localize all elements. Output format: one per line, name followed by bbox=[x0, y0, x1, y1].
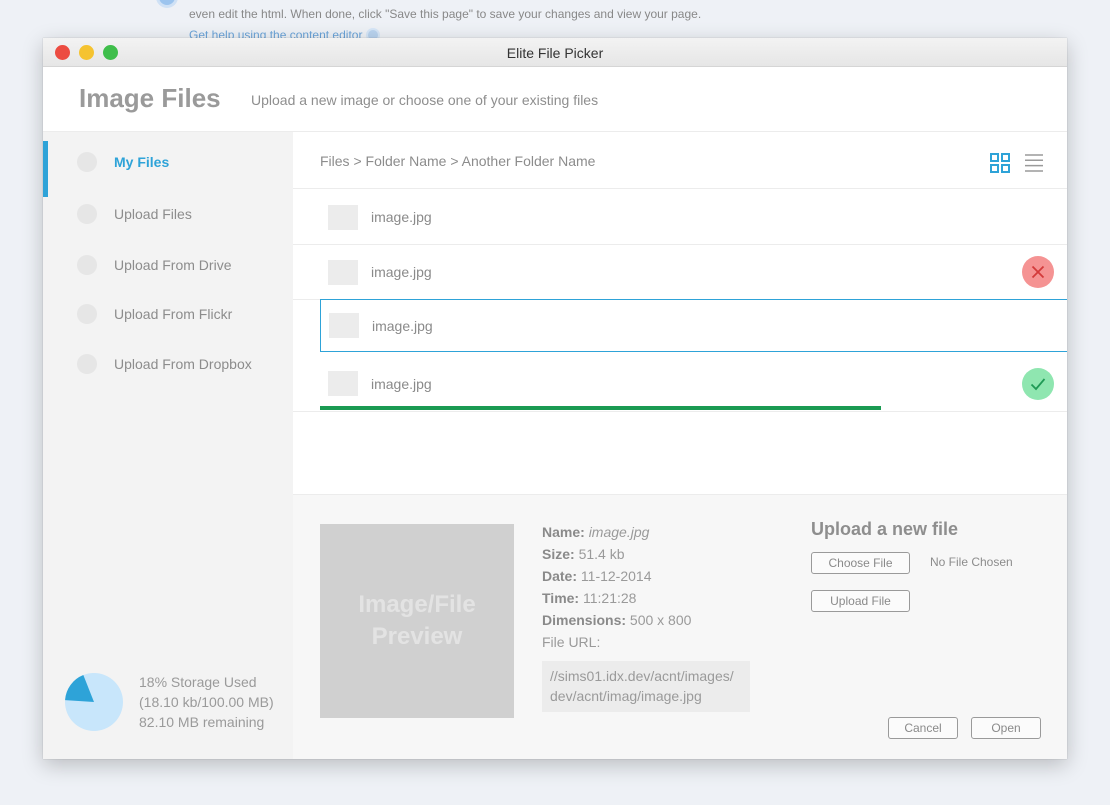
file-url-line1: //sims01.idx.dev/acnt/images/ bbox=[550, 668, 734, 684]
sidebar-item-upload-from-flickr[interactable]: Upload From Flickr bbox=[43, 293, 293, 335]
list-view-icon[interactable] bbox=[1024, 153, 1044, 173]
file-row[interactable]: image.jpg bbox=[293, 356, 1067, 412]
file-url-field[interactable]: //sims01.idx.dev/acnt/images/ dev/acnt/i… bbox=[542, 661, 750, 712]
background-instructions: even edit the html. When done, click "Sa… bbox=[189, 7, 702, 21]
file-row[interactable]: image.jpg bbox=[293, 244, 1067, 300]
open-button[interactable]: Open bbox=[971, 717, 1041, 739]
file-name: image.jpg bbox=[372, 318, 433, 334]
file-metadata: Name: image.jpg Size: 51.4 kb Date: 11-1… bbox=[542, 521, 691, 653]
meta-name: Name: image.jpg bbox=[542, 524, 650, 540]
meta-date: Date: 11-12-2014 bbox=[542, 568, 652, 584]
sidebar-item-label: My Files bbox=[114, 154, 170, 170]
sidebar-item-upload-files[interactable]: Upload Files bbox=[43, 193, 293, 235]
meta-url-label: File URL: bbox=[542, 634, 601, 650]
page-title: Image Files bbox=[79, 83, 221, 113]
storage-summary: 18% Storage Used (18.10 kb/100.00 MB) 82… bbox=[64, 672, 274, 732]
meta-dimensions: Dimensions: 500 x 800 bbox=[542, 612, 692, 628]
storage-used-percent: 18% Storage Used bbox=[139, 674, 257, 690]
sidebar: My Files Upload Files Upload From Drive … bbox=[43, 132, 293, 759]
preview-label-line2: Preview bbox=[371, 623, 463, 650]
file-row-selected[interactable]: image.jpg bbox=[320, 299, 1067, 352]
file-thumbnail bbox=[328, 371, 358, 396]
choose-file-button[interactable]: Choose File bbox=[811, 552, 910, 574]
upload-complete-icon[interactable] bbox=[1022, 368, 1054, 400]
preview-label-line1: Image/File bbox=[358, 591, 476, 618]
upload-progress-bar bbox=[320, 406, 881, 410]
file-row[interactable]: image.jpg bbox=[293, 189, 1067, 245]
cancel-button[interactable]: Cancel bbox=[888, 717, 958, 739]
file-thumbnail bbox=[328, 260, 358, 285]
upload-section-title: Upload a new file bbox=[811, 519, 959, 539]
breadcrumb-bar: Files > Folder Name > Another Folder Nam… bbox=[293, 132, 1067, 189]
sidebar-item-upload-from-dropbox[interactable]: Upload From Dropbox bbox=[43, 343, 293, 385]
file-thumbnail bbox=[328, 205, 358, 230]
sidebar-item-icon bbox=[77, 204, 97, 224]
meta-size: Size: 51.4 kb bbox=[542, 546, 625, 562]
storage-remaining: 82.10 MB remaining bbox=[139, 714, 265, 730]
file-thumbnail bbox=[329, 313, 359, 338]
meta-time: Time: 11:21:28 bbox=[542, 590, 637, 606]
sidebar-item-label: Upload From Dropbox bbox=[114, 356, 252, 372]
storage-text: 18% Storage Used (18.10 kb/100.00 MB) 82… bbox=[139, 672, 274, 732]
picker-header: Image Files Upload a new image or choose… bbox=[43, 67, 1067, 132]
file-picker-window: Elite File Picker Image Files Upload a n… bbox=[43, 38, 1067, 759]
no-file-chosen-label: No File Chosen bbox=[930, 555, 1013, 569]
grid-view-icon[interactable] bbox=[990, 153, 1010, 173]
sidebar-item-my-files[interactable]: My Files bbox=[43, 141, 293, 197]
file-name: image.jpg bbox=[371, 209, 432, 225]
sidebar-item-label: Upload From Drive bbox=[114, 257, 232, 273]
file-details-panel: Image/File Preview Name: image.jpg Size:… bbox=[293, 494, 1067, 759]
file-browser: Files > Folder Name > Another Folder Nam… bbox=[293, 132, 1067, 759]
sidebar-item-label: Upload From Flickr bbox=[114, 306, 233, 322]
sidebar-item-icon bbox=[77, 152, 97, 172]
upload-error-icon[interactable] bbox=[1022, 256, 1054, 288]
window-title: Elite File Picker bbox=[506, 45, 604, 61]
info-icon bbox=[156, 0, 178, 8]
page-subtitle: Upload a new image or choose one of your… bbox=[251, 92, 599, 108]
sidebar-item-icon bbox=[77, 354, 97, 374]
title-bar: Elite File Picker bbox=[43, 38, 1067, 67]
sidebar-item-upload-from-drive[interactable]: Upload From Drive bbox=[43, 244, 293, 286]
file-name: image.jpg bbox=[371, 376, 432, 392]
sidebar-item-icon bbox=[77, 255, 97, 275]
file-name: image.jpg bbox=[371, 264, 432, 280]
sidebar-item-icon bbox=[77, 304, 97, 324]
storage-pie-chart bbox=[65, 673, 123, 731]
sidebar-item-label: Upload Files bbox=[114, 206, 192, 222]
upload-file-button[interactable]: Upload File bbox=[811, 590, 910, 612]
breadcrumb[interactable]: Files > Folder Name > Another Folder Nam… bbox=[320, 153, 595, 169]
file-url-line2: dev/acnt/imag/image.jpg bbox=[550, 688, 702, 704]
storage-used-amount: (18.10 kb/100.00 MB) bbox=[139, 694, 274, 710]
file-preview: Image/File Preview bbox=[320, 524, 514, 718]
